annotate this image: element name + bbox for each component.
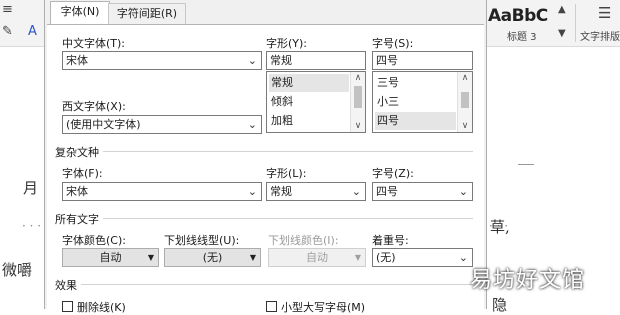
chinese-font-value: 宋体	[66, 54, 88, 67]
small-caps-label: 小型大写字母(M)	[281, 301, 366, 314]
chevron-down-icon: ⌄	[247, 54, 257, 67]
font-color-value: 自动	[99, 251, 122, 264]
complex-script-heading: 复杂文种	[55, 144, 103, 160]
scroll-thumb[interactable]	[354, 86, 362, 108]
style-more-icon[interactable]: ▼	[558, 28, 566, 39]
scroll-thumb[interactable]	[461, 92, 469, 108]
list-item[interactable]: 三号	[375, 74, 456, 92]
section-divider	[55, 151, 473, 152]
doc-text-fragment: 微嚼	[2, 261, 33, 279]
watermark: 易坊好文馆	[470, 268, 586, 293]
chinese-font-select[interactable]: 宋体 ⌄	[62, 51, 262, 70]
style-label: 字形(Y):	[266, 37, 308, 50]
section-divider	[55, 218, 473, 219]
font-color-icon[interactable]: A	[28, 24, 37, 39]
scroll-down-icon[interactable]: ∨	[458, 121, 472, 131]
font-color-dropdown[interactable]: 自动 ▼	[62, 248, 159, 267]
ribbon-separator	[575, 4, 576, 42]
dropdown-arrow-icon: ▼	[147, 253, 154, 262]
list-item[interactable]: 常规	[269, 74, 349, 92]
scroll-down-icon[interactable]: ∨	[351, 121, 365, 131]
dropdown-arrow-icon: ▼	[249, 253, 256, 262]
font-color-label: 字体颜色(C):	[62, 234, 126, 247]
style-input[interactable]: 常规	[266, 51, 366, 70]
complex-style-label: 字形(L):	[266, 167, 307, 180]
section-divider	[55, 284, 473, 285]
emphasis-mark-value: (无)	[376, 251, 396, 264]
margin-mark	[518, 164, 534, 165]
chevron-down-icon: ⌄	[458, 251, 468, 264]
doc-text-fragment: 草,	[490, 218, 510, 236]
doc-text-fragment: 隐	[492, 296, 508, 314]
font-tab-panel: 中文字体(T): 字形(Y): 字号(S): 宋体 ⌄ 常规 常规 倾斜 加粗 …	[47, 24, 484, 314]
underline-style-label: 下划线线型(U):	[164, 234, 240, 247]
list-item[interactable]: 加粗	[269, 112, 349, 130]
chevron-down-icon: ⌄	[351, 185, 361, 198]
tab-bar: 字体(N) 字符间距(R)	[45, 0, 486, 25]
chinese-font-label: 中文字体(T):	[62, 37, 126, 50]
style-list[interactable]: 常规 倾斜 加粗 ∧ ∨	[266, 71, 366, 133]
size-list[interactable]: 三号 小三 四号 ∧ ∨	[372, 71, 473, 133]
complex-size-value: 四号	[376, 185, 398, 198]
size-label: 字号(S):	[372, 37, 414, 50]
complex-style-value: 常规	[270, 185, 292, 198]
small-caps-checkbox[interactable]	[266, 301, 277, 312]
strikethrough-checkbox[interactable]	[62, 301, 73, 312]
all-text-heading: 所有文字	[55, 211, 103, 227]
list-item[interactable]: 小三	[375, 93, 456, 111]
style-scrollbar[interactable]: ∧ ∨	[350, 72, 365, 132]
complex-font-select[interactable]: 宋体 ⌄	[62, 182, 262, 201]
style-up-icon[interactable]: ▲	[558, 4, 566, 15]
effects-heading: 效果	[55, 277, 81, 293]
dropdown-arrow-icon: ▼	[354, 253, 361, 262]
doc-dots: · · ·	[22, 219, 42, 233]
highlight-icon[interactable]: ✎	[2, 24, 13, 39]
underline-color-label: 下划线颜色(I):	[268, 234, 339, 247]
size-scrollbar[interactable]: ∧ ∨	[457, 72, 472, 132]
chevron-down-icon: ⌄	[247, 185, 257, 198]
western-font-select[interactable]: (使用中文字体) ⌄	[62, 115, 262, 134]
underline-color-dropdown: 自动 ▼	[268, 248, 366, 267]
western-font-value: (使用中文字体)	[66, 118, 141, 131]
scroll-up-icon[interactable]: ∧	[458, 73, 472, 83]
western-font-label: 西文字体(X):	[62, 100, 126, 113]
underline-style-dropdown[interactable]: (无) ▼	[164, 248, 261, 267]
style-name[interactable]: 标题 3	[507, 28, 537, 43]
complex-font-label: 字体(F):	[62, 167, 103, 180]
complex-style-select[interactable]: 常规 ⌄	[266, 182, 366, 201]
emphasis-mark-select[interactable]: (无) ⌄	[372, 248, 473, 267]
text-layout-icon[interactable]: ☰	[598, 4, 611, 22]
size-input[interactable]: 四号	[372, 51, 473, 70]
underline-color-value: 自动	[306, 251, 328, 264]
complex-size-select[interactable]: 四号 ⌄	[372, 182, 473, 201]
ribbon-icon[interactable]: ≡	[2, 2, 13, 17]
list-item[interactable]: 四号	[375, 112, 456, 130]
font-dialog: 字体(N) 字符间距(R) 中文字体(T): 字形(Y): 字号(S): 宋体 …	[44, 0, 487, 314]
tab-character-spacing[interactable]: 字符间距(R)	[108, 3, 186, 25]
emphasis-mark-label: 着重号:	[372, 234, 409, 247]
doc-text-fragment: 月	[23, 179, 39, 197]
complex-size-label: 字号(Z):	[372, 167, 414, 180]
chevron-down-icon: ⌄	[458, 185, 468, 198]
tab-font[interactable]: 字体(N)	[50, 1, 110, 25]
underline-style-value: (无)	[202, 251, 223, 264]
list-item[interactable]: 倾斜	[269, 93, 349, 111]
chevron-down-icon: ⌄	[247, 118, 257, 131]
scroll-up-icon[interactable]: ∧	[351, 73, 365, 83]
style-preview[interactable]: AaBbC	[488, 6, 548, 26]
strikethrough-label: 删除线(K)	[77, 301, 126, 314]
complex-font-value: 宋体	[66, 185, 88, 198]
text-layout-label[interactable]: 文字排版	[580, 28, 620, 43]
